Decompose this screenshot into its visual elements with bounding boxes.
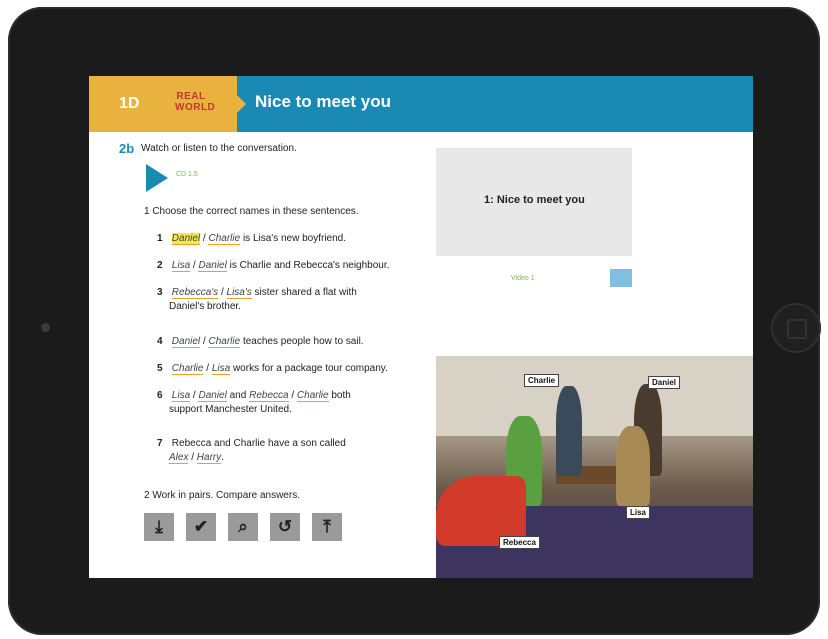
option-a[interactable]: Charlie xyxy=(171,363,204,375)
exercise-number: 2b xyxy=(119,141,135,156)
option-a[interactable]: Daniel xyxy=(171,233,201,245)
option-a[interactable]: Lisa xyxy=(171,390,191,402)
page-title: Nice to meet you xyxy=(255,92,392,111)
list-item: 7 Rebecca and Charlie have a son called … xyxy=(157,438,346,464)
option-a[interactable]: Alex xyxy=(169,452,189,464)
unit-tab: 1D REAL WORLD xyxy=(89,76,237,132)
download-button[interactable]: ⤓ xyxy=(144,513,174,541)
transcript-icon[interactable] xyxy=(610,269,632,287)
download-icon: ⤓ xyxy=(155,517,163,536)
search-check-icon: ⌕ xyxy=(238,517,248,536)
name-tag: Charlie xyxy=(524,374,560,387)
unit-header: 1D REAL WORLD Nice to meet you xyxy=(89,76,753,132)
unit-number: 1D xyxy=(119,95,140,112)
list-item: 5 Charlie / Lisa works for a package tou… xyxy=(157,363,388,375)
option-a[interactable]: Rebecca's xyxy=(171,287,219,299)
undo-button[interactable]: ↺ xyxy=(270,513,300,541)
name-tag: Daniel xyxy=(648,376,681,389)
option-b[interactable]: Daniel xyxy=(198,390,227,402)
option-b[interactable]: Daniel xyxy=(198,260,227,272)
list-item: 3 Rebecca's / Lisa's sister shared a fla… xyxy=(157,287,357,312)
upload-icon: ⤒ xyxy=(323,517,331,536)
video-player[interactable]: 1: Nice to meet you xyxy=(436,148,632,256)
option-a[interactable]: Daniel xyxy=(171,336,201,348)
upload-button[interactable]: ⤒ xyxy=(312,513,342,541)
scene-photo: Charlie Daniel Lisa Rebecca xyxy=(436,356,753,578)
list-item: 4 Daniel / Charlie teaches people how to… xyxy=(157,336,364,348)
option-a[interactable]: Lisa xyxy=(171,260,191,272)
exercise-instruction: Watch or listen to the conversation. xyxy=(141,143,297,154)
option-b[interactable]: Lisa xyxy=(211,363,231,375)
task-2-instruction: 2 Work in pairs. Compare answers. xyxy=(144,490,300,501)
name-tag: Lisa xyxy=(626,506,651,519)
video-title: 1: Nice to meet you xyxy=(484,194,585,206)
reveal-button[interactable]: ⌕ xyxy=(228,513,258,541)
video-label[interactable]: Video 1 xyxy=(511,275,535,282)
undo-icon: ↺ xyxy=(277,517,293,536)
option-b[interactable]: Charlie xyxy=(208,336,241,348)
play-audio-icon[interactable] xyxy=(146,164,168,192)
camera-dot xyxy=(41,323,50,332)
task-1-instruction: 1 Choose the correct names in these sent… xyxy=(144,206,359,217)
list-item: 6 Lisa / Daniel and Rebecca / Charlie bo… xyxy=(157,390,351,415)
option-c[interactable]: Rebecca xyxy=(249,390,289,402)
option-d[interactable]: Charlie xyxy=(296,390,329,402)
check-button[interactable]: ✔ xyxy=(186,513,216,541)
list-item: 2 Lisa / Daniel is Charlie and Rebecca's… xyxy=(157,260,390,272)
real-world-badge: REAL WORLD xyxy=(175,91,216,113)
home-button[interactable] xyxy=(771,303,821,353)
option-b[interactable]: Charlie xyxy=(208,233,241,245)
option-b[interactable]: Harry xyxy=(196,452,222,464)
cd-track-label: CD 1.5 xyxy=(176,171,198,178)
list-item: 1 Daniel / Charlie is Lisa's new boyfrie… xyxy=(157,233,347,245)
ebook-page: 1D REAL WORLD Nice to meet you 2b Watch … xyxy=(89,76,753,578)
name-tag: Rebecca xyxy=(499,536,540,549)
check-icon: ✔ xyxy=(193,517,209,536)
header-arrow xyxy=(237,95,246,113)
option-b[interactable]: Lisa's xyxy=(226,287,252,299)
